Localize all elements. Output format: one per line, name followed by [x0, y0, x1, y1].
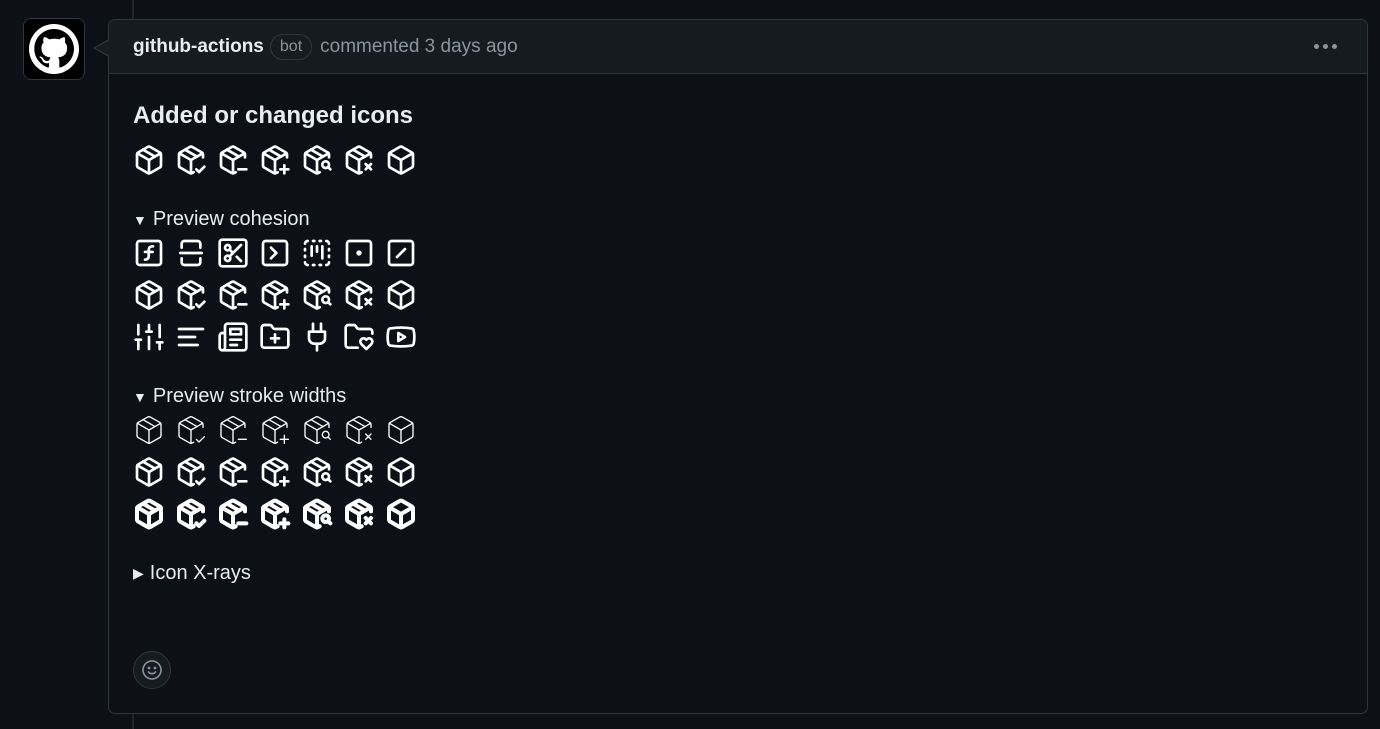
- cohesion-row-squares: [133, 237, 1343, 269]
- package-check-icon: [177, 280, 206, 310]
- preview-stroke-widths-toggle[interactable]: ▼ Preview stroke widths: [133, 385, 1343, 408]
- package-icon: [135, 280, 163, 310]
- package-plus-icon: [261, 145, 290, 175]
- package-minus-icon: [219, 145, 248, 175]
- align-left-icon: [177, 327, 205, 347]
- avatar[interactable]: [23, 18, 85, 80]
- package-x-icon: [345, 457, 373, 487]
- package-search-icon: [303, 280, 332, 310]
- github-logo-icon: [29, 24, 79, 74]
- package-minus-icon: [219, 457, 248, 487]
- package-minus-icon: [219, 280, 248, 310]
- kebab-dot: [1323, 44, 1328, 49]
- plug-icon: [307, 322, 327, 352]
- package-x-icon: [345, 280, 373, 310]
- package-open-icon: [387, 457, 415, 487]
- author-link[interactable]: github-actions: [133, 36, 264, 58]
- package-icon: [135, 145, 163, 175]
- package-plus-icon: [262, 416, 289, 444]
- comment-options-button[interactable]: [1312, 38, 1339, 55]
- preview-cohesion-grid: [133, 237, 1343, 353]
- youtube-icon: [386, 326, 416, 348]
- package-check-icon: [177, 145, 206, 175]
- package-x-icon: [345, 498, 373, 530]
- comment-body: Added or changed icons ▼ Preview cohesio…: [109, 74, 1367, 585]
- changed-icons-row: [133, 144, 1343, 176]
- square-split-vertical-icon: [179, 239, 203, 267]
- folder-heart-icon: [344, 323, 374, 351]
- package-open-icon: [387, 498, 415, 530]
- add-reaction-button[interactable]: [133, 651, 171, 689]
- stroke-width-row-thin: [133, 414, 1343, 446]
- preview-stroke-widths-grid: [133, 414, 1343, 530]
- square-terminal-icon: [261, 239, 289, 267]
- package-check-icon: [178, 416, 205, 444]
- kebab-dot: [1332, 44, 1337, 49]
- comment-heading: Added or changed icons: [133, 102, 414, 129]
- square-dot-icon: [345, 239, 373, 267]
- package-search-icon: [303, 457, 332, 487]
- package-icon: [136, 416, 162, 444]
- comment-caret-fill: [95, 40, 110, 56]
- package-icon: [135, 457, 163, 487]
- preview-cohesion-toggle[interactable]: ▼ Preview cohesion: [133, 208, 1343, 231]
- icon-x-rays-toggle[interactable]: ▶ Icon X-rays: [133, 562, 1343, 585]
- expanded-triangle-icon: ▼: [133, 388, 147, 405]
- kebab-dot: [1314, 44, 1319, 49]
- summary-label: Icon X-rays: [149, 562, 251, 584]
- package-minus-icon: [219, 498, 249, 530]
- cohesion-row-misc: [133, 321, 1343, 353]
- square-dashed-kanban-icon: [303, 239, 331, 267]
- package-plus-icon: [261, 280, 290, 310]
- square-scissors-icon: [218, 238, 248, 268]
- expanded-triangle-icon: ▼: [133, 211, 147, 228]
- package-search-icon: [303, 145, 332, 175]
- sliders-vertical-icon: [134, 323, 164, 351]
- package-x-icon: [346, 416, 372, 444]
- comment-timestamp[interactable]: commented 3 days ago: [320, 36, 518, 58]
- package-search-icon: [303, 498, 333, 530]
- package-plus-icon: [261, 498, 291, 530]
- smiley-icon: [142, 660, 162, 680]
- folder-plus-icon: [260, 323, 290, 349]
- square-slash-icon: [387, 239, 415, 267]
- stroke-width-row-regular: [133, 456, 1343, 488]
- comment-box: github-actions bot commented 3 days ago …: [93, 19, 1368, 714]
- package-x-icon: [345, 145, 373, 175]
- package-open-icon: [388, 416, 414, 444]
- package-open-icon: [387, 280, 415, 310]
- package-icon: [135, 498, 163, 530]
- newspaper-icon: [218, 322, 248, 352]
- package-search-icon: [304, 416, 331, 444]
- collapsed-triangle-icon: ▶: [133, 565, 144, 581]
- cohesion-row-packages: [133, 279, 1343, 311]
- summary-label: Preview stroke widths: [152, 385, 347, 407]
- package-check-icon: [177, 498, 207, 530]
- bot-badge: bot: [269, 33, 313, 60]
- comment-header: github-actions bot commented 3 days ago: [109, 20, 1367, 74]
- stroke-width-row-bold: [133, 498, 1343, 530]
- summary-label: Preview cohesion: [152, 208, 310, 230]
- package-open-icon: [387, 145, 415, 175]
- package-minus-icon: [220, 416, 247, 444]
- package-check-icon: [177, 457, 206, 487]
- package-plus-icon: [261, 457, 290, 487]
- square-function-icon: [135, 239, 163, 267]
